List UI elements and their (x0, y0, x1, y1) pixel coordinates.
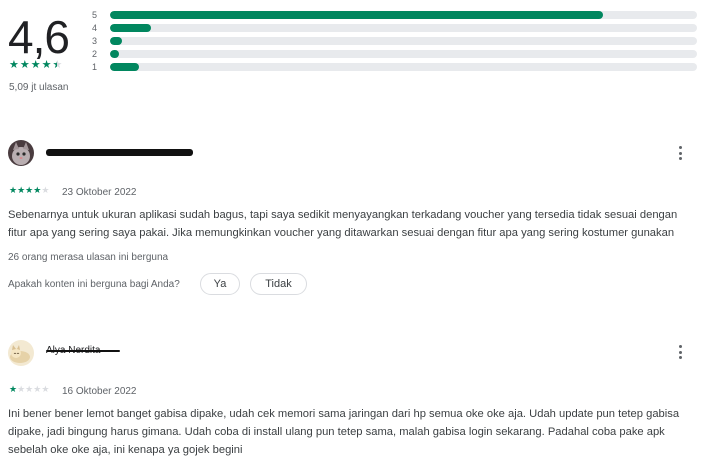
star-icon: ★ (9, 186, 18, 196)
histogram-row-1: 1 (92, 60, 700, 73)
helpful-yes-button[interactable]: Ya (200, 273, 240, 295)
star-icon: ★ (25, 385, 34, 395)
cat-avatar-icon (8, 340, 34, 366)
histogram-fill (110, 23, 152, 32)
more-vert-icon (678, 146, 682, 149)
review-count: 5,09 jt ulasan (9, 82, 69, 93)
histogram-row-5: 5 (92, 8, 700, 21)
more-vert-icon (678, 345, 682, 348)
review-text: Sebenarnya untuk ukuran aplikasi sudah b… (8, 206, 708, 242)
star-icon: ★ (30, 58, 41, 71)
histogram-track (110, 49, 697, 58)
histogram-fill (110, 62, 140, 71)
cat-avatar-icon (8, 140, 34, 166)
star-icon: ★ (41, 385, 50, 395)
star-icon: ★ (25, 186, 34, 196)
redacted-reviewer-name (46, 149, 193, 156)
more-options-button[interactable] (672, 144, 688, 162)
star-icon: ★ (9, 385, 18, 395)
average-rating: 4,6 (8, 11, 70, 63)
histogram-label: 4 (92, 22, 98, 33)
star-icon: ★ (33, 385, 42, 395)
histogram-fill (110, 49, 120, 58)
star-icon: ★ (41, 186, 50, 196)
histogram-label: 1 (92, 61, 98, 72)
histogram-track (110, 10, 697, 19)
histogram-track (110, 36, 697, 45)
histogram-label: 2 (92, 48, 98, 59)
reviewer-avatar (8, 340, 34, 366)
rating-histogram: 5 4 3 2 1 (92, 8, 700, 73)
review-date: 23 Oktober 2022 (62, 187, 137, 198)
histogram-fill (110, 10, 604, 19)
review-star-rating: ★ ★ ★ ★ ★ (9, 187, 49, 196)
histogram-row-2: 2 (92, 47, 700, 60)
more-options-button[interactable] (672, 343, 688, 361)
star-icon: ★ (41, 58, 52, 71)
histogram-row-3: 3 (92, 34, 700, 47)
review-text: Ini bener bener lemot banget gabisa dipa… (8, 405, 708, 459)
helpful-count: 26 orang merasa ulasan ini berguna (8, 252, 169, 263)
star-icon: ★ (9, 58, 19, 71)
histogram-row-4: 4 (92, 21, 700, 34)
star-icon: ★ (33, 186, 42, 196)
histogram-track (110, 23, 697, 32)
summary-star-rating: ★ ★ ★ ★ ★★ (9, 59, 62, 70)
review-date: 16 Oktober 2022 (62, 386, 137, 397)
histogram-label: 5 (92, 9, 98, 20)
histogram-label: 3 (92, 35, 98, 46)
histogram-track (110, 62, 697, 71)
review-text-line: sebelah oke oke aja, ini kenapa ya gojek… (8, 444, 243, 456)
half-star-icon: ★★ (52, 58, 63, 71)
star-icon: ★ (19, 58, 30, 71)
helpful-question: Apakah konten ini berguna bagi Anda? (8, 279, 180, 290)
review-text-line: fitur apa yang sering saya pakai. Jika m… (8, 227, 675, 239)
star-icon: ★ (17, 385, 26, 395)
histogram-fill (110, 36, 122, 45)
review-text-line: dipake, jadi bingung harus gimana. Udah … (8, 426, 665, 438)
star-icon: ★ (17, 186, 26, 196)
review-text-line: Sebenarnya untuk ukuran aplikasi sudah b… (8, 209, 678, 221)
reviewer-avatar (8, 140, 34, 166)
redaction-strike (46, 350, 120, 352)
review-text-line: Ini bener bener lemot banget gabisa dipa… (8, 408, 680, 420)
review-star-rating: ★ ★ ★ ★ ★ (9, 386, 49, 395)
helpful-no-button[interactable]: Tidak (250, 273, 307, 295)
